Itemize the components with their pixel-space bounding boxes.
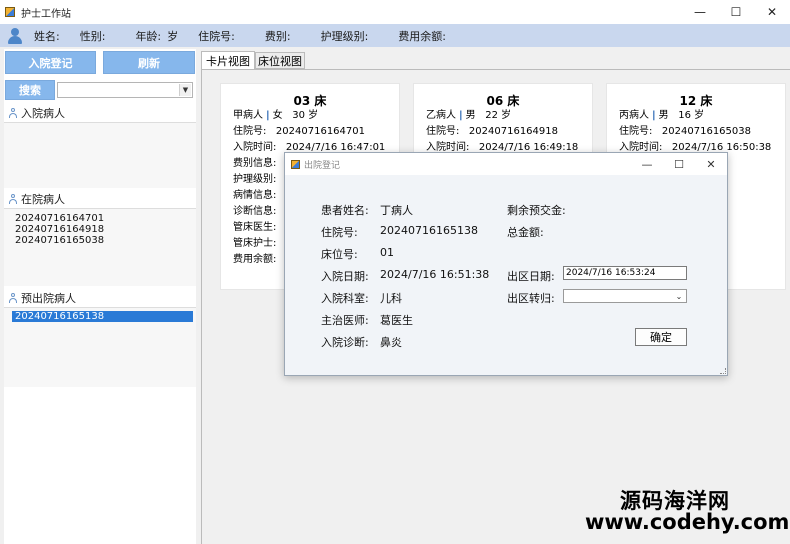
resize-grip-icon[interactable] [720,368,726,374]
bed-no-label: 床位号: [321,248,358,261]
patient-icon [8,107,18,118]
user-icon [6,27,24,45]
app-icon [5,7,15,17]
section-title: 入院病人 [21,106,65,120]
patient-icon [8,193,18,204]
doctor-value: 葛医生 [380,314,413,327]
patient-icon [8,292,18,303]
admit-register-button[interactable]: 入院登记 [5,51,96,74]
section-title: 在院病人 [21,192,65,206]
dialog-title: 出院登记 [304,160,341,171]
info-fee-type-label: 费别: [264,29,291,43]
search-button[interactable]: 搜索 [5,80,55,100]
dialog-close-button[interactable]: ✕ [695,153,727,175]
discharge-dialog: 出院登记 — ☐ ✕ 患者姓名: 丁病人 住院号: 20240716165138… [284,152,728,376]
info-nursing-level-label: 护理级别: [320,29,369,43]
admission-no-row: 住院号: 20240716164918 [426,126,558,137]
list-item[interactable]: 20240716165038 [4,235,196,246]
info-balance-label: 费用余额: [398,29,447,43]
patient-summary: 甲病人 | 女 30 岁 [233,110,319,121]
watermark-url: www.codehy.com [585,510,790,534]
admission-no-label: 住院号: [321,226,358,239]
refresh-button[interactable]: 刷新 [103,51,195,74]
patient-summary: 乙病人 | 男 22 岁 [426,110,512,121]
pre-discharge-list[interactable]: 20240716165138 [4,307,196,387]
section-title: 预出院病人 [21,291,76,305]
discharge-dest-label: 出区转归: [507,292,555,305]
admitted-patient-list[interactable] [4,122,196,188]
list-item[interactable]: 20240716164701 [4,213,196,224]
tab-bed-view[interactable]: 床位视图 [255,52,305,69]
dialog-body: 患者姓名: 丁病人 住院号: 20240716165138 床位号: 01 入院… [285,175,727,375]
patient-info-bar: 姓名: 性别: 年龄: 岁 住院号: 费别: 护理级别: 费用余额: [0,24,790,47]
diagnosis-value: 鼻炎 [380,336,402,349]
chevron-down-icon[interactable]: ⌄ [673,290,685,302]
bed-number: 12 床 [679,94,713,108]
admission-no-value: 20240716165138 [380,224,478,237]
inpatient-list[interactable]: 20240716164701 20240716164918 2024071616… [4,208,196,286]
list-item[interactable]: 20240716164918 [4,224,196,235]
window-controls: — ☐ ✕ [682,0,790,24]
close-button[interactable]: ✕ [754,0,790,24]
discharge-date-label: 出区日期: [507,270,555,283]
deposit-label: 剩余预交金: [507,204,566,217]
info-gender-label: 性别: [79,29,106,43]
left-panel: 入院登记 刷新 搜索 ▼ 入院病人 在院病人 20240716164701 20… [4,49,196,544]
dialog-minimize-button[interactable]: — [631,153,663,175]
list-item-selected[interactable]: 20240716165138 [12,311,193,322]
minimize-button[interactable]: — [682,0,718,24]
dialog-maximize-button[interactable]: ☐ [663,153,695,175]
search-combo[interactable]: ▼ [57,82,193,98]
total-label: 总金额: [507,226,544,239]
ok-button[interactable]: 确定 [635,328,687,346]
admission-no-row: 住院号: 20240716165038 [619,126,751,137]
bed-no-value: 01 [380,246,394,259]
bed-number: 06 床 [486,94,520,108]
section-admitted-header[interactable]: 入院病人 [4,104,196,121]
patient-name-label: 患者姓名: [321,204,369,217]
dialog-controls: — ☐ ✕ [631,153,727,175]
diagnosis-label: 入院诊断: [321,336,369,349]
chevron-down-icon[interactable]: ▼ [179,84,191,96]
admit-date-label: 入院日期: [321,270,369,283]
dept-value: 儿科 [380,292,402,305]
info-age-unit: 岁 [167,29,179,43]
admission-no-row: 住院号: 20240716164701 [233,126,365,137]
section-pre-discharge-header[interactable]: 预出院病人 [4,289,196,306]
info-age-label: 年龄: [135,29,162,43]
bed-number: 03 床 [293,94,327,108]
info-admission-no-label: 住院号: [198,29,235,43]
title-bar: 护士工作站 — ☐ ✕ [0,0,790,24]
patient-summary: 丙病人 | 男 16 岁 [619,110,705,121]
maximize-button[interactable]: ☐ [718,0,754,24]
admit-date-value: 2024/7/16 16:51:38 [380,268,490,281]
dialog-title-bar: 出院登记 — ☐ ✕ [285,153,727,175]
patient-name-value: 丁病人 [380,204,413,217]
info-name-label: 姓名: [34,29,60,43]
tab-card-view[interactable]: 卡片视图 [201,51,255,70]
section-inpatient-header[interactable]: 在院病人 [4,190,196,207]
dept-label: 入院科室: [321,292,369,305]
discharge-date-input[interactable]: 2024/7/16 16:53:24 [563,266,687,280]
doctor-label: 主治医师: [321,314,369,327]
dialog-app-icon [291,159,300,169]
discharge-dest-select[interactable]: ⌄ [563,289,687,303]
window-title: 护士工作站 [21,8,71,20]
